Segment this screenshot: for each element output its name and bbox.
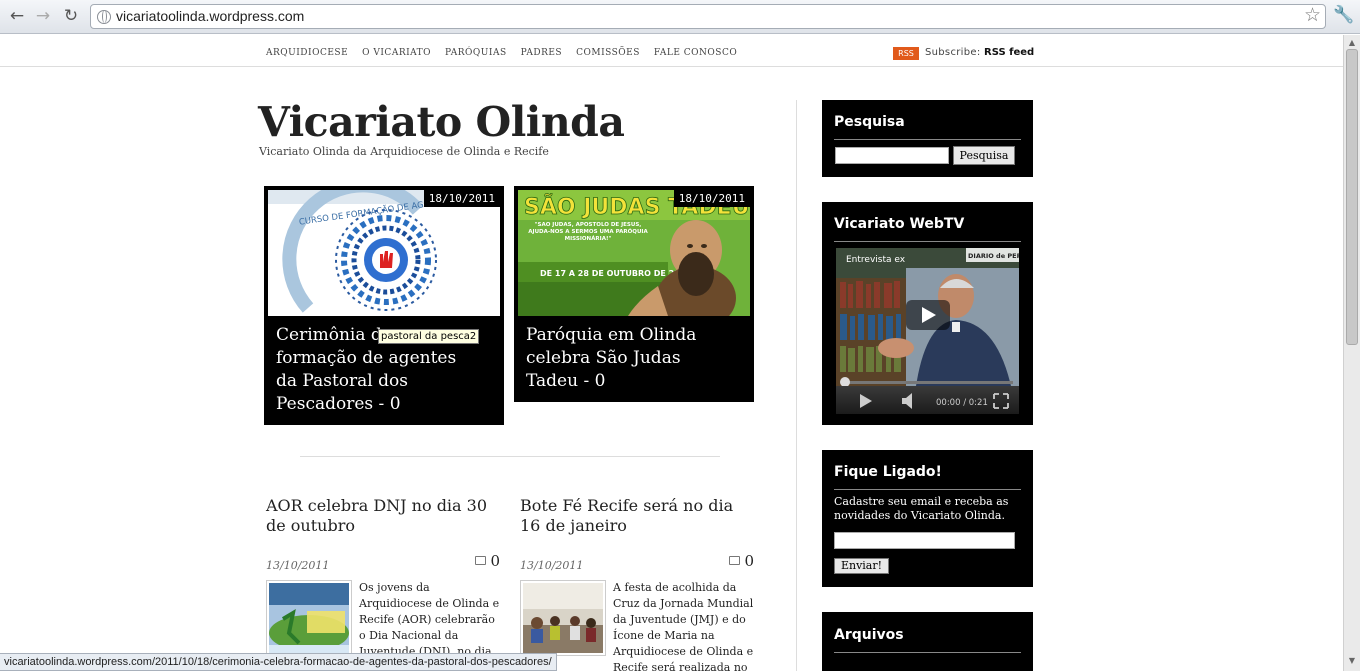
reload-icon[interactable]: ↻ [60,5,82,27]
featured-date-2: 18/10/2011 [673,190,750,207]
globe-icon [97,10,111,24]
post-excerpt-2: A festa de acolhida da Cruz da Jornada M… [613,581,754,671]
menu-item-o-vicariato[interactable]: O VICARIATO [362,48,431,58]
browser-toolbar: ← → ↻ vicariatoolinda.wordpress.com ☆ 🔧 [0,0,1360,34]
widget-divider [834,652,1021,653]
email-field[interactable] [834,532,1015,549]
featured-comments-1[interactable]: 0 [390,394,401,414]
address-bar[interactable]: vicariatoolinda.wordpress.com ☆ [90,4,1326,29]
archives-widget-title: Arquivos [834,627,904,643]
search-input[interactable] [835,147,949,164]
comment-bubble-icon[interactable] [729,556,740,565]
post-date-1: 13/10/2011 [266,559,330,572]
site-description: Vicariato Olinda da Arquidiocese de Olin… [259,145,549,158]
featured-post-1[interactable]: CURSO DE FORMAÇÃO DE AGENTES PASTORAIS D… [264,186,504,425]
rss-feed-link[interactable]: RSS feed [984,47,1034,58]
send-button[interactable]: Enviar! [834,558,889,574]
webtv-widget-title: Vicariato WebTV [834,216,965,232]
post-title-2[interactable]: Bote Fé Recife será no dia 16 de janeiro [520,496,756,536]
featured-title-2-text[interactable]: Paróquia em Olinda celebra São Judas Tad… [526,325,696,391]
featured-date-1: 18/10/2011 [423,190,500,207]
newsletter-widget-title: Fique Ligado! [834,464,942,480]
post-comments-1[interactable]: 0 [490,552,500,570]
meeting-photo-thumbnail [523,583,603,653]
webtv-widget: Vicariato WebTV DIARIO de PERNAMBUCO Ent… [822,202,1033,425]
comment-bubble-icon[interactable] [475,556,486,565]
menu-item-arquidiocese[interactable]: ARQUIDIOCESE [266,48,348,58]
fullscreen-icon [993,393,1009,409]
search-widget-title: Pesquisa [834,114,905,130]
content-divider [300,456,720,457]
video-controls: 00:00 / 0:21 [836,386,1019,414]
video-player[interactable]: DIARIO de PERNAMBUCO Entrevista ex 00:00… [836,248,1019,414]
post-1: AOR celebra DNJ no dia 30 de outubro 13/… [266,496,502,658]
menu-item-comissoes[interactable]: COMISSÕES [576,48,640,58]
page-scrollbar[interactable]: ▲ ▼ [1343,35,1360,671]
featured-image-1[interactable]: CURSO DE FORMAÇÃO DE AGENTES PASTORAIS D… [268,190,500,316]
scrollbar-thumb[interactable] [1346,49,1358,345]
video-frame: DIARIO de PERNAMBUCO Entrevista ex [836,248,1019,387]
bookmark-star-icon[interactable]: ☆ [1304,4,1321,26]
featured-image-2[interactable]: SÃO JUDAS TADEU "SÃO JUDAS, APOSTOLO DE … [518,190,750,316]
rss-icon[interactable]: RSS [893,47,919,60]
post-comments-2[interactable]: 0 [744,552,754,570]
featured-comments-2[interactable]: 0 [595,371,606,391]
featured-title-2[interactable]: Paróquia em Olinda celebra São Judas Tad… [526,324,722,393]
site-title[interactable]: Vicariato Olinda [258,98,625,146]
saint-jude-poster-icon: SÃO JUDAS TADEU "SÃO JUDAS, APOSTOLO DE … [518,190,750,316]
post-2: Bote Fé Recife será no dia 16 de janeiro… [520,496,756,671]
newsletter-widget: Fique Ligado! Cadastre seu email e receb… [822,450,1033,587]
widget-divider [834,489,1021,490]
formation-logo-icon: CURSO DE FORMAÇÃO DE AGENTES PASTORAIS D… [268,190,500,316]
video-caption: Entrevista ex [846,255,906,265]
video-brand: DIARIO de PERNAMBUCO [968,252,1019,260]
scroll-down-icon[interactable]: ▼ [1346,656,1358,668]
site-nav: ARQUIDIOCESE O VICARIATO PARÓQUIAS PADRE… [0,36,1343,67]
menu-item-padres[interactable]: PADRES [521,48,562,58]
address-url[interactable]: vicariatoolinda.wordpress.com [116,8,304,24]
search-button[interactable]: Pesquisa [953,146,1015,165]
menu-item-paroquias[interactable]: PARÓQUIAS [445,48,507,58]
post-date-2: 13/10/2011 [520,559,584,572]
image-tooltip: pastoral da pesca2 [378,329,480,344]
widget-divider [834,241,1021,242]
post-meta-1: 13/10/2011 0 [266,552,502,572]
archives-widget: Arquivos [822,612,1033,671]
main-menu: ARQUIDIOCESE O VICARIATO PARÓQUIAS PADRE… [266,48,751,58]
featured-post-2[interactable]: SÃO JUDAS TADEU "SÃO JUDAS, APOSTOLO DE … [514,186,754,402]
post-thumbnail-2[interactable] [520,580,606,656]
browser-status-bar: vicariatoolinda.wordpress.com/2011/10/18… [0,653,557,671]
play-icon [860,394,872,408]
youth-poster-thumbnail [269,583,349,653]
volume-icon [902,393,912,409]
column-divider [796,100,797,671]
post-excerpt-1: Os jovens da Arquidiocese de Olinda e Re… [359,581,500,658]
post-thumbnail-1[interactable] [266,580,352,656]
video-time: 00:00 / 0:21 [936,398,988,408]
back-icon[interactable]: ← [6,5,28,27]
post-title-1[interactable]: AOR celebra DNJ no dia 30 de outubro [266,496,502,536]
widget-divider [834,139,1021,140]
poster-quote: "SÃO JUDAS, APOSTOLO DE JESUS, AJUDA-NOS… [528,222,648,242]
newsletter-text: Cadastre seu email e receba as novidades… [834,495,1009,522]
forward-icon[interactable]: → [32,5,54,27]
menu-item-fale-conosco[interactable]: FALE CONOSCO [654,48,737,58]
subscribe-label: Subscribe: [925,47,981,58]
wrench-icon[interactable]: 🔧 [1333,5,1354,25]
post-meta-2: 13/10/2011 0 [520,552,756,572]
search-widget: Pesquisa Pesquisa [822,100,1033,177]
